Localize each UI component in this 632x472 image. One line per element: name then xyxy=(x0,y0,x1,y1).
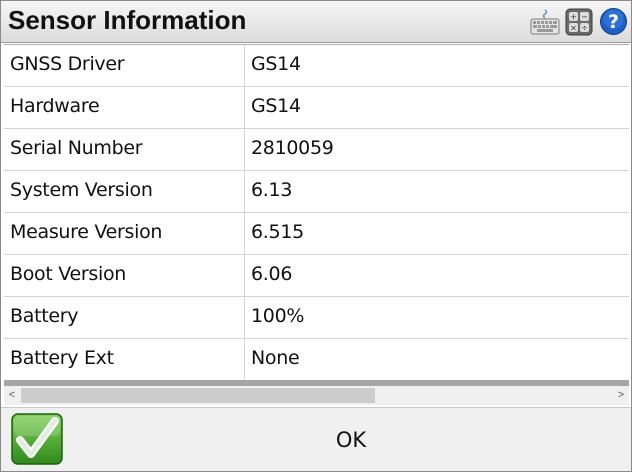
row-label: Serial Number xyxy=(10,137,143,159)
horizontal-scrollbar[interactable]: < > xyxy=(4,380,629,406)
svg-text:÷: ÷ xyxy=(581,24,588,33)
ok-button[interactable]: OK xyxy=(321,423,381,457)
svg-text:−: − xyxy=(581,13,588,22)
sensor-info-table: GNSS Driver GS14 Hardware GS14 Serial Nu… xyxy=(4,44,629,381)
row-value: 6.515 xyxy=(251,221,304,243)
table-row[interactable]: Serial Number 2810059 xyxy=(4,129,629,171)
confirm-check-icon[interactable] xyxy=(11,413,63,465)
keyboard-icon[interactable] xyxy=(530,7,560,37)
row-value: GS14 xyxy=(251,53,301,75)
help-icon[interactable]: ? xyxy=(599,7,628,36)
row-value: 2810059 xyxy=(251,137,334,159)
row-value: 6.13 xyxy=(251,179,293,201)
row-label: System Version xyxy=(10,179,153,201)
table-row[interactable]: Hardware GS14 xyxy=(4,87,629,129)
sensor-information-window: Sensor Information + − × ÷ ? GNSS Driver… xyxy=(0,0,632,472)
row-label: Boot Version xyxy=(10,263,127,285)
scrollbar-thumb[interactable] xyxy=(21,388,375,403)
svg-text:+: + xyxy=(570,13,577,22)
table-row[interactable]: Battery Ext None xyxy=(4,339,629,381)
title-bar: Sensor Information + − × ÷ ? xyxy=(1,1,631,43)
row-label: Battery Ext xyxy=(10,347,114,369)
row-label: Battery xyxy=(10,305,79,327)
table-row[interactable]: Battery 100% xyxy=(4,297,629,339)
table-row[interactable]: Measure Version 6.515 xyxy=(4,213,629,255)
table-row[interactable]: GNSS Driver GS14 xyxy=(4,45,629,87)
footer-bar: OK xyxy=(1,407,631,471)
row-value: GS14 xyxy=(251,95,301,117)
table-row[interactable]: System Version 6.13 xyxy=(4,171,629,213)
scroll-left-arrow-icon[interactable]: < xyxy=(4,386,20,405)
row-label: GNSS Driver xyxy=(10,53,125,75)
scroll-right-arrow-icon[interactable]: > xyxy=(613,386,629,405)
row-label: Measure Version xyxy=(10,221,163,243)
svg-text:?: ? xyxy=(608,11,619,33)
window-title: Sensor Information xyxy=(8,5,247,35)
row-label: Hardware xyxy=(10,95,100,117)
table-row[interactable]: Boot Version 6.06 xyxy=(4,255,629,297)
row-value: 6.06 xyxy=(251,263,293,285)
calculator-icon[interactable]: + − × ÷ xyxy=(565,8,593,36)
row-value: None xyxy=(251,347,300,369)
svg-text:×: × xyxy=(570,24,577,33)
row-value: 100% xyxy=(251,305,305,327)
